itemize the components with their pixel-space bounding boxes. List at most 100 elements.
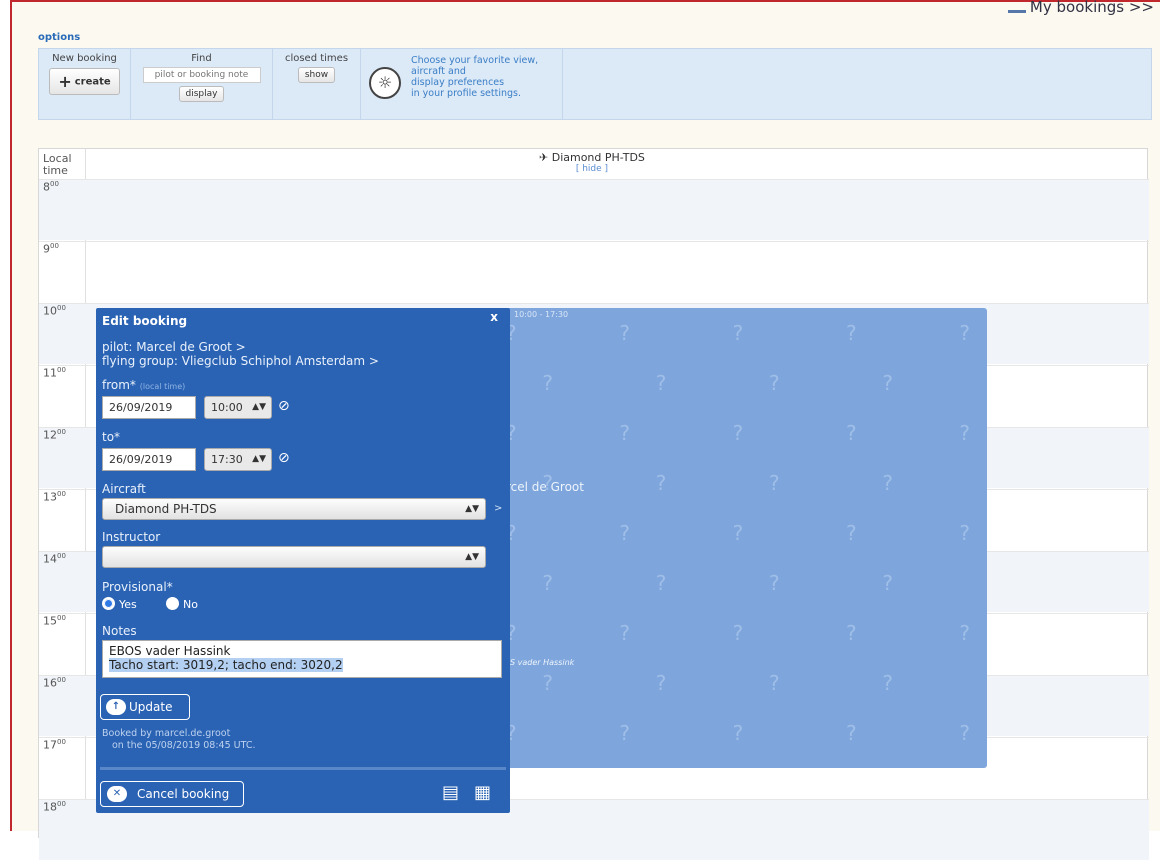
toolbar: New booking +create Find display closed … <box>38 48 1152 120</box>
minute-value: 00 <box>57 614 66 622</box>
hour-value: 15 <box>43 614 57 628</box>
cancel-label: Cancel booking <box>137 787 230 801</box>
flying-group-link[interactable]: flying group: Vliegclub Schiphol Amsterd… <box>102 354 379 368</box>
select-arrow-icon: ▲▼ <box>465 504 479 514</box>
to-date-input[interactable]: 26/09/2019 <box>102 448 196 471</box>
booking-note: S vader Hassink <box>510 658 575 667</box>
minute-value: 00 <box>57 304 66 312</box>
edit-booking-dialog: Edit booking x pilot: Marcel de Groot > … <box>96 308 510 813</box>
from-date-input[interactable]: 26/09/2019 <box>102 396 196 419</box>
instructor-label: Instructor <box>102 530 161 544</box>
hour-label: 1700 <box>43 738 66 752</box>
from-label: from* (local time) <box>102 378 185 392</box>
bookings-icon <box>1007 3 1026 13</box>
hour-value: 9 <box>43 242 50 256</box>
hour-value: 8 <box>43 180 50 194</box>
yes-label: Yes <box>119 598 137 611</box>
no-label: No <box>183 598 198 611</box>
aircraft-select[interactable]: Diamond PH-TDS ▲▼ <box>102 498 486 520</box>
tip-line: display preferences <box>411 77 505 88</box>
hour-value: 10 <box>43 304 57 318</box>
radio-off-icon <box>166 597 179 610</box>
minute-value: 00 <box>57 676 66 684</box>
dialog-title: Edit booking <box>102 314 188 328</box>
tip-section: ☼ Choose your favorite view, aircraft an… <box>361 49 563 119</box>
minute-value: 00 <box>50 180 59 188</box>
create-button[interactable]: + create <box>49 68 120 95</box>
tip-line: in your profile settings. <box>411 88 521 99</box>
hour-label: 1800 <box>43 800 66 814</box>
notes-line-selected: Tacho start: 3019,2; tacho end: 3020,2 <box>109 658 343 672</box>
hour-label: 1600 <box>43 676 66 690</box>
visibility-off-icon[interactable]: ⊘ <box>278 398 290 414</box>
hour-value: 13 <box>43 490 57 504</box>
to-time-value: 17:30 <box>211 453 243 466</box>
my-bookings-link[interactable]: My bookings >> <box>1007 0 1154 16</box>
minute-value: 00 <box>57 552 66 560</box>
visibility-off-icon[interactable]: ⊘ <box>278 450 290 466</box>
hour-label: 900 <box>43 242 59 256</box>
minute-value: 00 <box>57 366 66 374</box>
booking-pilot: rcel de Groot <box>506 480 584 494</box>
hour-row[interactable]: 900 <box>39 241 1149 302</box>
hour-row[interactable]: 800 <box>39 179 1149 240</box>
pilot-link[interactable]: pilot: Marcel de Groot > <box>102 340 246 354</box>
plane-icon: ✈ <box>539 151 549 164</box>
copy-icon[interactable]: ▤ <box>442 782 459 803</box>
cloud-upload-icon: ↑ <box>106 699 126 715</box>
hour-label: 800 <box>43 180 59 194</box>
to-label: to* <box>102 430 121 444</box>
radio-on-icon <box>102 597 115 610</box>
provisional-no-radio[interactable]: No <box>166 597 198 611</box>
aircraft-column-header: ✈ Diamond PH-TDS [ hide ] <box>539 151 645 174</box>
hour-label: 1300 <box>43 490 66 504</box>
notes-textarea[interactable]: EBOS vader Hassink Tacho start: 3019,2; … <box>102 640 502 678</box>
hour-value: 11 <box>43 366 57 380</box>
hour-value: 18 <box>43 800 57 814</box>
hour-label: 1500 <box>43 614 66 628</box>
divider <box>100 767 506 770</box>
cancel-booking-button[interactable]: ✕ Cancel booking <box>100 781 244 807</box>
local-time-hint: (local time) <box>139 382 186 391</box>
find-label: Find <box>191 53 212 64</box>
notes-label: Notes <box>102 624 137 638</box>
display-button[interactable]: display <box>178 86 225 102</box>
minute-value: 00 <box>57 800 66 808</box>
stepper-icon: ▲▼ <box>252 402 266 412</box>
hide-link[interactable]: [ hide ] <box>539 164 645 174</box>
hour-label: 1400 <box>43 552 66 566</box>
from-label-text: from* <box>102 378 136 392</box>
booking-time: 10:00 - 17:30 <box>514 310 569 319</box>
minute-value: 00 <box>57 490 66 498</box>
booked-info: Booked by marcel.de.groot on the 05/08/2… <box>102 728 256 752</box>
aircraft-details-icon[interactable]: > <box>494 503 502 514</box>
closed-times-section: closed times show <box>273 49 361 119</box>
from-time-select[interactable]: 10:00 ▲▼ <box>204 396 272 419</box>
options-link[interactable]: options <box>38 32 80 43</box>
booked-by: Booked by marcel.de.groot <box>102 728 231 739</box>
create-label: create <box>74 76 111 88</box>
my-bookings-label: My bookings >> <box>1029 0 1154 16</box>
update-label: Update <box>129 700 173 714</box>
instructor-select[interactable]: ▲▼ <box>102 546 486 568</box>
show-button[interactable]: show <box>297 67 336 83</box>
to-time-select[interactable]: 17:30 ▲▼ <box>204 448 272 471</box>
hour-value: 14 <box>43 552 57 566</box>
provisional-label: Provisional* <box>102 580 173 594</box>
find-section: Find display <box>131 49 273 119</box>
hour-label: 1100 <box>43 366 66 380</box>
tip-line: aircraft and <box>411 66 466 77</box>
plus-icon: + <box>58 72 72 91</box>
close-icon[interactable]: x <box>490 310 498 324</box>
calendar-icon[interactable]: ▦ <box>474 782 491 803</box>
tip-line: Choose your favorite view, <box>411 55 539 66</box>
find-input[interactable] <box>142 67 261 83</box>
update-button[interactable]: ↑ Update <box>100 694 190 720</box>
hour-value: 12 <box>43 428 57 442</box>
from-time-value: 10:00 <box>211 401 243 414</box>
minute-value: 00 <box>57 738 66 746</box>
hour-label: 1000 <box>43 304 66 318</box>
provisional-yes-radio[interactable]: Yes <box>102 597 137 611</box>
hour-label: 1200 <box>43 428 66 442</box>
new-booking-section: New booking + create <box>39 49 131 119</box>
